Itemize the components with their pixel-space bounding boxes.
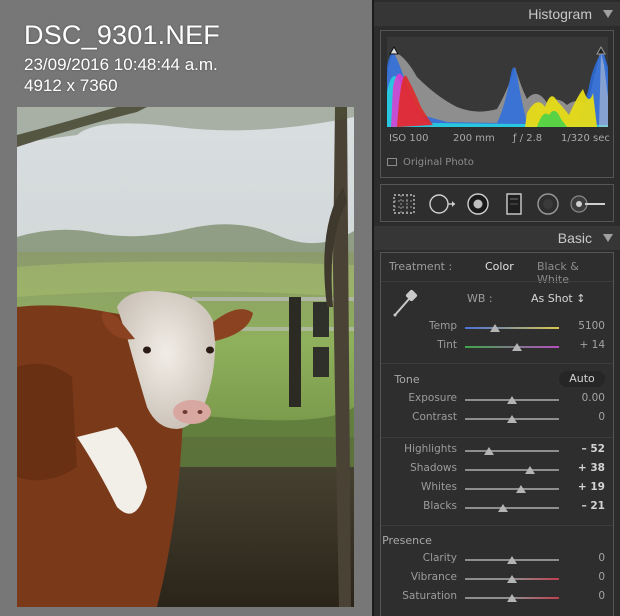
temp-value[interactable]: 5100 — [569, 320, 605, 332]
image-canvas[interactable]: DSC_9301.NEF 23/09/2016 10:48:44 a.m. 49… — [0, 0, 372, 616]
presence-label: Presence — [382, 534, 432, 547]
histogram-header[interactable]: Histogram — [374, 2, 620, 26]
overlay-filename: DSC_9301.NEF — [24, 20, 220, 50]
highlight-clipping-indicator-icon[interactable] — [596, 40, 606, 55]
histogram-shutter: 1/320 sec — [561, 133, 610, 144]
highlights-value[interactable]: – 52 — [569, 443, 605, 455]
blacks-value[interactable]: – 21 — [569, 500, 605, 512]
wb-select[interactable]: As Shot ↕ — [531, 292, 585, 305]
histogram-aperture: ƒ / 2.8 — [513, 133, 543, 144]
whites-slider-track[interactable] — [465, 488, 559, 490]
tint-slider-handle[interactable] — [511, 343, 522, 351]
histogram-graph[interactable] — [387, 37, 608, 127]
divider — [381, 281, 613, 282]
shadows-value[interactable]: + 38 — [569, 462, 605, 474]
divider — [381, 525, 613, 526]
temp-label: Temp — [429, 320, 457, 332]
vibrance-label: Vibrance — [410, 571, 457, 583]
blacks-slider-track[interactable] — [465, 507, 559, 509]
saturation-label: Saturation — [402, 590, 457, 602]
crop-overlay-icon[interactable] — [391, 191, 417, 217]
radial-filter-icon[interactable] — [535, 191, 561, 217]
saturation-value[interactable]: 0 — [569, 590, 605, 602]
graduated-filter-icon[interactable] — [501, 191, 527, 217]
histogram-curve — [387, 47, 608, 127]
exposure-label: Exposure — [408, 392, 457, 404]
shadow-clipping-indicator-icon[interactable] — [389, 40, 399, 55]
exposure-value[interactable]: 0.00 — [569, 392, 605, 404]
original-photo-toggle[interactable]: Original Photo — [387, 157, 474, 168]
shadows-slider-handle[interactable] — [524, 466, 535, 474]
histogram-title: Histogram — [528, 6, 592, 22]
original-photo-label: Original Photo — [403, 157, 474, 168]
divider — [381, 437, 613, 438]
tint-value[interactable]: + 14 — [569, 339, 606, 351]
whites-value[interactable]: + 19 — [569, 481, 605, 493]
collapse-triangle-icon[interactable] — [603, 234, 613, 242]
blacks-slider-handle[interactable] — [497, 504, 508, 512]
shadows-label: Shadows — [410, 462, 457, 474]
clarity-slider-handle[interactable] — [507, 556, 517, 564]
vibrance-value[interactable]: 0 — [569, 571, 605, 583]
white-balance-eyedropper-icon[interactable] — [389, 287, 421, 319]
tint-label: Tint — [437, 339, 457, 351]
whites-slider-handle[interactable] — [516, 485, 527, 493]
photo-image — [17, 107, 354, 607]
highlights-slider-track[interactable] — [465, 450, 559, 452]
vibrance-slider-handle[interactable] — [507, 575, 517, 583]
basic-title: Basic — [557, 230, 592, 246]
overlay-dimensions: 4912 x 7360 — [24, 76, 118, 95]
spot-removal-icon[interactable] — [427, 191, 455, 217]
collapse-triangle-icon[interactable] — [603, 10, 613, 18]
divider — [381, 363, 613, 364]
treatment-bw-button[interactable]: Black & White — [537, 260, 613, 286]
treatment-color-button[interactable]: Color — [485, 260, 514, 273]
develop-right-panel: Histogram ISO 100 200 mm ƒ / 2.8 1/320 s… — [372, 0, 620, 616]
contrast-value[interactable]: 0 — [569, 411, 605, 423]
adjustment-brush-icon[interactable] — [569, 191, 609, 217]
highlights-slider-handle[interactable] — [484, 447, 495, 455]
saturation-slider-handle[interactable] — [507, 594, 517, 602]
highlights-label: Highlights — [404, 443, 457, 455]
photo-preview[interactable] — [17, 107, 354, 607]
contrast-slider-handle[interactable] — [507, 415, 517, 423]
blacks-label: Blacks — [423, 500, 457, 512]
treatment-label: Treatment : — [389, 260, 453, 273]
histogram-panel: ISO 100 200 mm ƒ / 2.8 1/320 sec Origina… — [380, 30, 614, 178]
temp-slider-handle[interactable] — [490, 324, 501, 332]
auto-tone-button[interactable]: Auto — [559, 371, 605, 387]
overlay-datetime: 23/09/2016 10:48:44 a.m. — [24, 55, 218, 74]
original-photo-checkbox[interactable] — [387, 158, 397, 166]
histogram-focal-length: 200 mm — [453, 133, 495, 144]
clarity-label: Clarity — [422, 552, 457, 564]
clarity-value[interactable]: 0 — [569, 552, 605, 564]
wb-label: WB : — [467, 292, 493, 305]
histogram-iso: ISO 100 — [389, 133, 429, 144]
basic-panel: Treatment : Color Black & White WB : As … — [380, 252, 614, 616]
red-eye-icon[interactable] — [465, 191, 491, 217]
whites-label: Whites — [420, 481, 457, 493]
tool-strip — [380, 184, 614, 222]
shadows-slider-track[interactable] — [465, 469, 559, 471]
exposure-slider-handle[interactable] — [507, 396, 517, 404]
basic-header[interactable]: Basic — [374, 226, 620, 250]
temp-slider-track[interactable] — [465, 327, 559, 329]
tone-label: Tone — [394, 373, 420, 386]
contrast-label: Contrast — [412, 411, 457, 423]
